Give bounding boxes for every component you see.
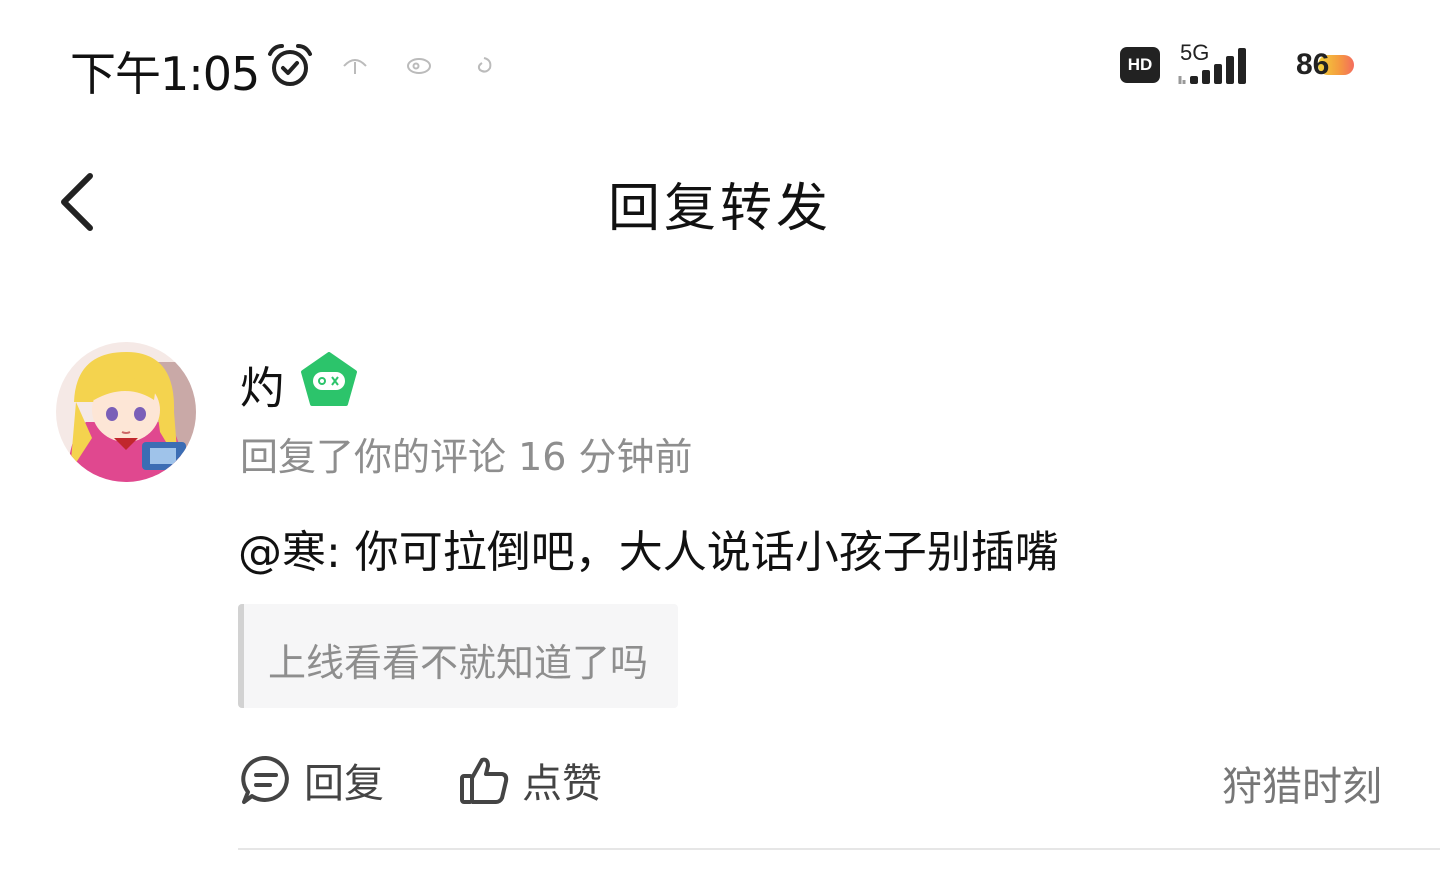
hd-voice-badge: HD: [1120, 47, 1160, 83]
quoted-comment-text: 上线看看不就知道了吗: [268, 641, 649, 685]
notification-swirl-icon: [477, 57, 492, 73]
username[interactable]: 灼: [240, 352, 284, 416]
source-game-link[interactable]: 狩猎时刻: [1222, 754, 1382, 812]
avatar-image: [56, 342, 196, 482]
notification-umbrella-icon: [343, 59, 367, 74]
divider: [238, 848, 1440, 850]
alarm-clock-icon: [268, 44, 312, 86]
notification-cloud-icon: [407, 58, 431, 74]
battery-percent: 86: [1296, 48, 1330, 81]
reply-forward-screen: 下午1:05 HD 5G 86 回复转发 灼 回复了你的评论 16 分钟前 @寒…: [0, 0, 1440, 888]
comment-bubble-icon: [241, 755, 289, 804]
like-button[interactable]: 点赞: [458, 752, 602, 808]
signal-strength-icon: [1178, 48, 1246, 84]
comment-meta: 回复了你的评论 16 分钟前: [240, 435, 693, 479]
status-time: 下午1:05: [70, 47, 260, 101]
comment-text: @寒: 你可拉倒吧，大人说话小孩子别插嘴: [238, 527, 1059, 578]
reply-button[interactable]: 回复: [240, 752, 384, 808]
thumbs-up-icon: [460, 757, 509, 804]
reply-label: 回复: [304, 761, 384, 807]
like-label: 点赞: [522, 761, 602, 807]
gamepad-badge-icon: [301, 352, 357, 406]
page-title: 回复转发: [607, 179, 832, 239]
avatar[interactable]: [56, 342, 196, 482]
